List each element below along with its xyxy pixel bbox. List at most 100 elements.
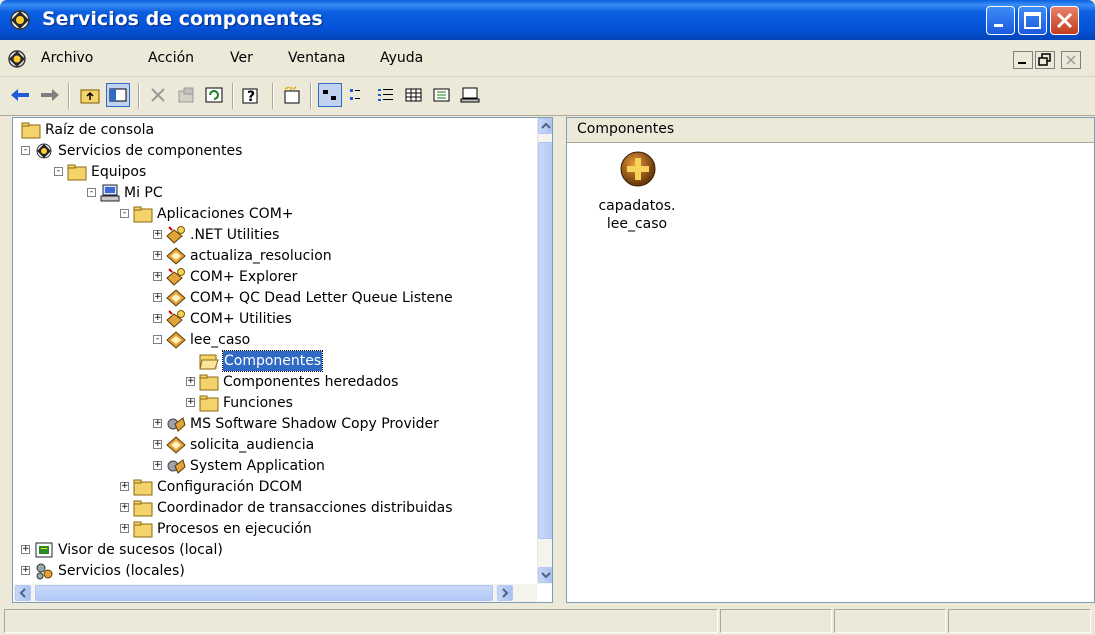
status-view-icon (433, 88, 450, 102)
expand-icon[interactable]: + (153, 230, 162, 239)
window-title: Servicios de componentes (42, 8, 323, 30)
console-tree[interactable]: Raíz de consola - Servicios de componentes… (12, 117, 553, 603)
back-button[interactable] (8, 83, 32, 107)
expand-icon[interactable]: + (21, 566, 30, 575)
tree-item[interactable]: + actualiza_resolucion (13, 246, 533, 266)
expand-icon[interactable]: + (21, 545, 30, 554)
tree-vertical-scrollbar[interactable] (537, 118, 552, 584)
tree-item[interactable]: + solicita_audiencia (13, 435, 533, 455)
folder-icon (199, 395, 219, 412)
minimize-icon (1018, 62, 1026, 64)
expand-icon[interactable]: + (153, 419, 162, 428)
menu-ventana[interactable]: Ventana (288, 50, 346, 66)
expand-icon[interactable]: + (186, 398, 195, 407)
tree-item-label: Componentes heredados (223, 374, 399, 390)
tree-item[interactable]: Componentes (13, 350, 533, 372)
menu-ayuda[interactable]: Ayuda (380, 50, 423, 66)
expand-icon[interactable]: + (153, 314, 162, 323)
expand-icon[interactable]: + (153, 293, 162, 302)
tree-item[interactable]: - Equipos (13, 162, 533, 182)
list-view-button[interactable] (374, 83, 398, 107)
collapse-icon[interactable]: - (87, 188, 96, 197)
tree-item[interactable]: - lee_caso (13, 330, 533, 350)
tree-horizontal-scrollbar[interactable] (13, 584, 537, 602)
tree-item[interactable]: + COM+ Utilities (13, 309, 533, 329)
tree-item-label: Equipos (91, 164, 147, 180)
scroll-up-button[interactable] (538, 118, 552, 134)
small-icons-view-icon (350, 89, 360, 100)
show-hide-tree-icon (109, 88, 127, 102)
tree-item[interactable]: + Coordinador de transacciones distribuid… (13, 498, 533, 518)
details-pane[interactable]: Componentes capadatos. lee_caso (566, 117, 1095, 603)
large-icons-view-button[interactable] (318, 83, 342, 107)
menu-accion[interactable]: Acción (148, 50, 194, 66)
tree-item[interactable]: - Servicios de componentes (13, 141, 533, 161)
tree-item[interactable]: + COM+ QC Dead Letter Queue Listene (13, 288, 533, 308)
tree-item[interactable]: + .NET Utilities (13, 225, 533, 245)
computer-icon (100, 184, 120, 202)
show-hide-tree-button[interactable] (106, 83, 130, 107)
tree-item[interactable]: + COM+ Explorer (13, 267, 533, 287)
tree-item[interactable]: + Configuración DCOM (13, 477, 533, 497)
folder-icon (133, 500, 153, 517)
help-button[interactable]: ? (240, 83, 264, 107)
maximize-button[interactable] (1018, 6, 1047, 35)
delete-button[interactable] (146, 83, 170, 107)
tree-item[interactable]: - Aplicaciones COM+ (13, 204, 533, 224)
scroll-right-button[interactable] (497, 585, 513, 601)
tree-item[interactable]: - Mi PC (13, 183, 533, 203)
expand-icon[interactable]: + (186, 377, 195, 386)
new-window-icon (284, 86, 300, 104)
menu-ver[interactable]: Ver (230, 50, 253, 66)
tree-item[interactable]: + Componentes heredados (13, 372, 533, 392)
collapse-icon[interactable]: - (120, 209, 129, 218)
toolbar-separator (68, 83, 70, 109)
collapse-icon[interactable]: - (21, 146, 30, 155)
expand-icon[interactable]: + (120, 524, 129, 533)
details-view-button[interactable] (402, 83, 426, 107)
child-restore-button[interactable] (1035, 51, 1055, 69)
menu-archivo[interactable]: Archivo (41, 50, 93, 66)
tree-item[interactable]: + MS Software Shadow Copy Provider (13, 414, 533, 434)
com-system-app-icon (167, 459, 186, 474)
properties-icon (178, 87, 194, 103)
forward-button[interactable] (38, 83, 62, 107)
minimize-button[interactable] (986, 6, 1015, 35)
tree-item[interactable]: + Funciones (13, 393, 533, 413)
scroll-thumb[interactable] (35, 585, 493, 601)
new-window-button[interactable] (280, 83, 304, 107)
expand-icon[interactable]: + (153, 461, 162, 470)
scroll-down-button[interactable] (538, 567, 552, 583)
list-view-icon (378, 89, 393, 101)
scroll-thumb[interactable] (538, 142, 552, 539)
tree-item[interactable]: + System Application (13, 456, 533, 476)
tree-item[interactable]: + Procesos en ejecución (13, 519, 533, 539)
collapse-icon[interactable]: - (54, 167, 63, 176)
refresh-button[interactable] (202, 83, 226, 107)
close-button[interactable] (1050, 6, 1079, 35)
small-icons-view-button[interactable] (346, 83, 370, 107)
toolbar-separator (310, 83, 312, 109)
expand-icon[interactable]: + (153, 440, 162, 449)
tree-item[interactable]: Raíz de consola (13, 120, 533, 140)
collapse-icon[interactable]: - (153, 335, 162, 344)
up-folder-button[interactable] (78, 83, 102, 107)
expand-icon[interactable]: + (153, 251, 162, 260)
tree-item[interactable]: + Servicios (locales) (13, 561, 533, 581)
computer-view-button[interactable] (458, 83, 482, 107)
child-minimize-button[interactable] (1013, 51, 1033, 69)
tree-item[interactable]: + Visor de sucesos (local) (13, 540, 533, 560)
component-services-icon[interactable] (6, 48, 28, 70)
restore-icon (1038, 53, 1051, 66)
expand-icon[interactable]: + (120, 482, 129, 491)
title-bar[interactable]: Servicios de componentes (0, 0, 1095, 40)
com-app-running-icon (166, 268, 185, 286)
scroll-left-button[interactable] (15, 585, 31, 601)
child-close-button[interactable] (1061, 51, 1081, 69)
component-item[interactable]: capadatos. lee_caso (587, 150, 687, 240)
expand-icon[interactable]: + (120, 503, 129, 512)
expand-icon[interactable]: + (153, 272, 162, 281)
status-view-button[interactable] (430, 83, 454, 107)
properties-button[interactable] (174, 83, 198, 107)
tree-item-label: Coordinador de transacciones distribuida… (157, 500, 453, 516)
